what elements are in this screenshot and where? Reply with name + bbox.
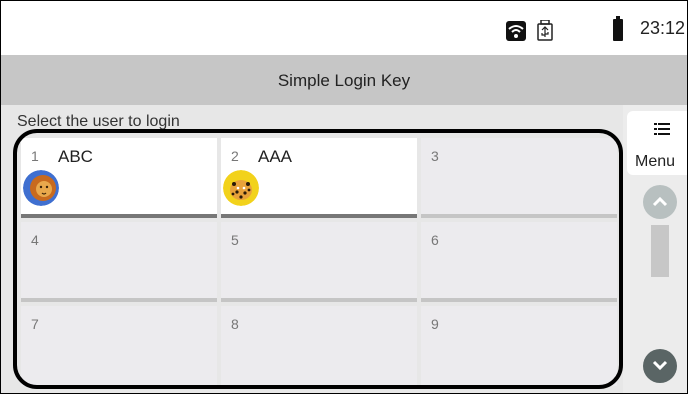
user-key-1[interactable]: 1 ABC: [21, 138, 217, 218]
user-key-number: 6: [431, 232, 439, 248]
title-bar: Simple Login Key: [1, 55, 687, 105]
chevron-down-icon: [652, 360, 668, 371]
key-indicator: [21, 214, 217, 218]
user-key-number: 2: [231, 148, 239, 164]
user-key-2[interactable]: 2 AAA: [221, 138, 417, 218]
lion-avatar-icon: [23, 170, 59, 206]
device-screen: 23:12 Simple Login Key Select the user t…: [0, 0, 688, 394]
page-title: Simple Login Key: [277, 71, 411, 90]
status-bar: 23:12: [1, 1, 687, 55]
scroll-down-button[interactable]: [643, 349, 677, 383]
instruction-text: Select the user to login: [17, 113, 180, 130]
leopard-avatar-icon: [223, 170, 259, 206]
user-key-5[interactable]: 5: [221, 222, 417, 302]
key-indicator: [421, 214, 617, 218]
user-key-3[interactable]: 3: [421, 138, 617, 218]
user-key-7[interactable]: 7: [21, 306, 217, 386]
scroll-up-button[interactable]: [643, 185, 677, 219]
user-grid: 1 ABC 2 AAA 3 4 5 6 7 8 9: [21, 138, 617, 386]
user-key-name: AAA: [258, 147, 293, 166]
key-indicator: [221, 298, 417, 302]
user-key-number: 8: [231, 316, 239, 332]
battery-icon: [613, 16, 623, 41]
menu-label: Menu: [635, 153, 676, 170]
user-key-number: 5: [231, 232, 239, 248]
user-key-9[interactable]: 9: [421, 306, 617, 386]
user-key-8[interactable]: 8: [221, 306, 417, 386]
key-indicator: [221, 214, 417, 218]
key-indicator: [421, 298, 617, 302]
wifi-icon: [506, 21, 526, 41]
user-key-4[interactable]: 4: [21, 222, 217, 302]
usb-icon: [537, 20, 553, 41]
user-key-6[interactable]: 6: [421, 222, 617, 302]
user-key-number: 1: [31, 148, 39, 164]
user-key-number: 9: [431, 316, 439, 332]
user-key-number: 7: [31, 316, 39, 332]
side-panel: Menu: [623, 105, 687, 393]
key-indicator: [21, 298, 217, 302]
menu-button[interactable]: Menu: [627, 111, 687, 175]
scrollbar-thumb[interactable]: [651, 225, 669, 277]
chevron-up-icon: [652, 196, 668, 207]
list-icon: [654, 123, 670, 135]
user-key-number: 4: [31, 232, 39, 248]
user-key-name: ABC: [58, 147, 93, 166]
clock: 23:12: [640, 18, 686, 38]
user-key-number: 3: [431, 148, 439, 164]
